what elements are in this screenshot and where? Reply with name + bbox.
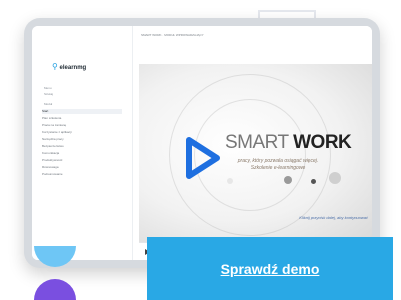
sidebar-item-praca[interactable]: Praca na zamianę <box>42 123 122 128</box>
decorative-ball <box>311 179 316 184</box>
video-caption: Kliknij przycisk dalej, aby kontynuować <box>299 215 368 220</box>
brand-title: SMART WORK <box>225 132 352 154</box>
tagline-pre: pracy, który pozwala osiągać więcej. <box>237 158 319 164</box>
sidebar: ⚲ elearnmg Menu Szukaj Moduł Start Plan … <box>32 26 133 260</box>
sidebar-item-podsumowanie[interactable]: Podsumowanie <box>42 172 122 177</box>
logo-mark-icon: ⚲ <box>52 62 58 71</box>
decorative-ball <box>227 178 233 184</box>
sidebar-item-rownowaga[interactable]: Równowaga <box>42 165 122 170</box>
decorative-ball <box>329 172 341 184</box>
play-icon[interactable] <box>183 135 223 181</box>
sidebar-item-aplikacje[interactable]: Korzystanie z aplikacji <box>42 130 122 135</box>
sidebar-item-bezpieczenstwo[interactable]: Bezpieczeństwo <box>42 144 122 149</box>
logo-text: elearnmg <box>59 65 87 71</box>
demo-button[interactable]: Sprawdź demo <box>147 237 393 300</box>
search-label[interactable]: Szukaj <box>44 92 53 96</box>
top-bar: SMART WORK · MODUŁ WPROWADZAJĄCY <box>133 26 372 44</box>
sidebar-item-narzedzia[interactable]: Narzędzia pracy <box>42 137 122 142</box>
video-player[interactable]: SMART WORK pracy, który pozwala osiągać … <box>139 64 372 242</box>
section-label[interactable]: Moduł <box>44 102 52 106</box>
sidebar-item-start[interactable]: Start <box>42 109 122 114</box>
brand-thin: SMART <box>225 132 289 153</box>
app-logo: ⚲ elearnmg <box>52 62 86 71</box>
breadcrumb: SMART WORK · MODUŁ WPROWADZAJĄCY <box>141 33 204 37</box>
laptop-device: ⚲ elearnmg Menu Szukaj Moduł Start Plan … <box>24 18 380 268</box>
tagline: pracy, który pozwala osiągać więcej. Szk… <box>223 158 333 172</box>
brand-bold: WORK <box>293 132 352 153</box>
decorative-shape-icon <box>34 246 76 300</box>
sidebar-item-plan[interactable]: Plan szkolenia <box>42 116 122 121</box>
sidebar-item-produktywnosc[interactable]: Produktywność <box>42 158 122 163</box>
sidebar-item-komunikacja[interactable]: Komunikacja <box>42 151 122 156</box>
screen: ⚲ elearnmg Menu Szukaj Moduł Start Plan … <box>32 26 372 260</box>
tagline-post: Szkolenie e-learningowe <box>250 165 306 171</box>
decorative-ball <box>284 176 292 184</box>
main-content: SMART WORK · MODUŁ WPROWADZAJĄCY SMART W… <box>133 26 372 260</box>
menu-heading: Menu <box>44 86 52 90</box>
